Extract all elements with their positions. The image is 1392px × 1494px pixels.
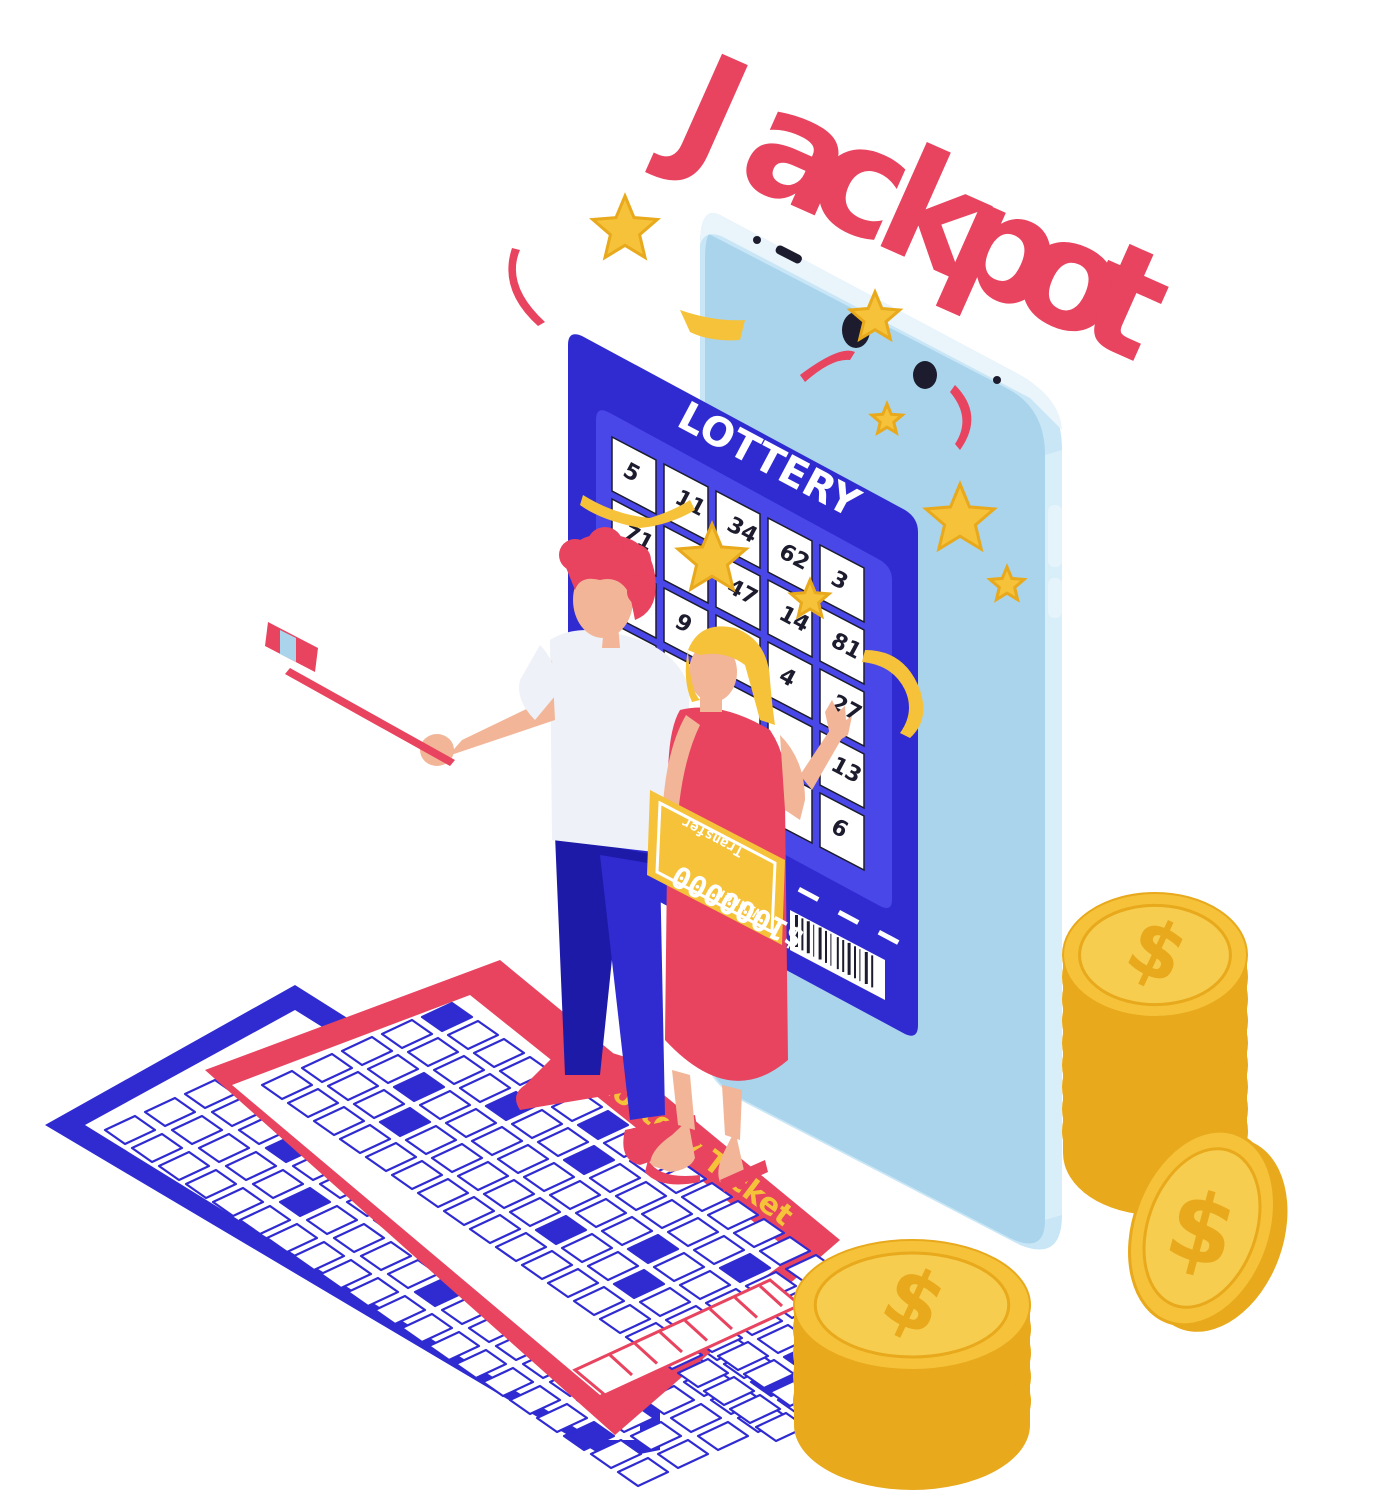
- coin-stack: $: [793, 1239, 1031, 1490]
- star-icon: [588, 192, 662, 261]
- lottery-illustration: LOTTERY 51134623714714819427136 Jackpot: [45, 18, 1288, 1490]
- selfie-stick: [265, 622, 455, 766]
- camera-icon: [913, 361, 937, 389]
